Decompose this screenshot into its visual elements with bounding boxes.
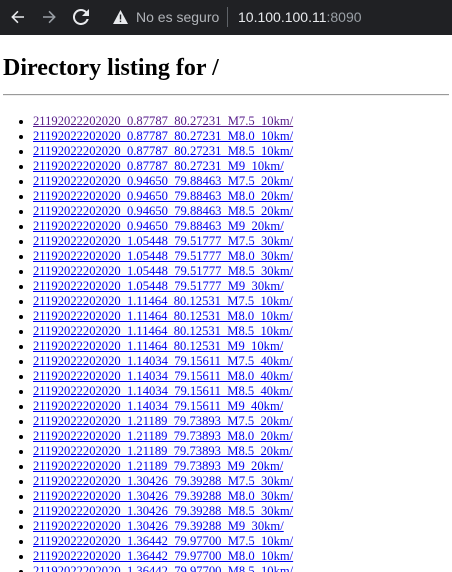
directory-link[interactable]: 21192022202020_1.14034_79.15611_M8.0_40k… [33,369,293,383]
directory-link[interactable]: 21192022202020_1.14034_79.15611_M8.5_40k… [33,384,293,398]
directory-link[interactable]: 21192022202020_1.05448_79.51777_M8.5_30k… [33,264,293,278]
list-item: 21192022202020_0.94650_79.88463_M8.0_20k… [18,189,293,204]
url-port: :8090 [326,9,362,25]
directory-link[interactable]: 21192022202020_1.14034_79.15611_M7.5_40k… [33,354,293,368]
directory-link[interactable]: 21192022202020_1.30426_79.39288_M8.5_30k… [33,504,293,518]
list-item: 21192022202020_1.21189_79.73893_M9_20km/ [18,459,293,474]
reload-button[interactable] [69,5,93,29]
list-item: 21192022202020_1.36442_79.97700_M8.0_10k… [18,549,293,564]
page-content: Directory listing for / 21192022202020_0… [0,35,452,572]
list-item: 21192022202020_1.11464_80.12531_M8.5_10k… [18,324,293,339]
list-item: 21192022202020_1.11464_80.12531_M7.5_10k… [18,294,293,309]
list-item: 21192022202020_0.94650_79.88463_M7.5_20k… [18,174,293,189]
directory-link[interactable]: 21192022202020_0.94650_79.88463_M8.5_20k… [33,204,293,218]
list-item: 21192022202020_1.11464_80.12531_M9_10km/ [18,339,293,354]
url-text[interactable]: 10.100.100.11:8090 [238,9,362,25]
list-item: 21192022202020_1.21189_79.73893_M8.5_20k… [18,444,293,459]
list-item: 21192022202020_1.14034_79.15611_M8.0_40k… [18,369,293,384]
url-host: 10.100.100.11 [238,9,327,25]
directory-link[interactable]: 21192022202020_0.87787_80.27231_M8.5_10k… [33,144,293,158]
list-item: 21192022202020_0.87787_80.27231_M7.5_10k… [18,114,293,129]
directory-link[interactable]: 21192022202020_1.30426_79.39288_M8.0_30k… [33,489,293,503]
list-item: 21192022202020_1.05448_79.51777_M9_30km/ [18,279,293,294]
omnibox-divider [227,7,228,27]
directory-link[interactable]: 21192022202020_0.87787_80.27231_M8.0_10k… [33,129,293,143]
directory-link[interactable]: 21192022202020_1.11464_80.12531_M7.5_10k… [33,294,293,308]
list-item: 21192022202020_1.05448_79.51777_M8.5_30k… [18,264,293,279]
directory-list: 21192022202020_0.87787_80.27231_M7.5_10k… [0,114,293,572]
directory-link[interactable]: 21192022202020_0.94650_79.88463_M9_20km/ [33,219,284,233]
directory-link[interactable]: 21192022202020_1.21189_79.73893_M7.5_20k… [33,414,293,428]
forward-button[interactable] [37,5,61,29]
list-item: 21192022202020_1.14034_79.15611_M8.5_40k… [18,384,293,399]
directory-link[interactable]: 21192022202020_0.94650_79.88463_M8.0_20k… [33,189,293,203]
list-item: 21192022202020_1.30426_79.39288_M9_30km/ [18,519,293,534]
directory-link[interactable]: 21192022202020_1.36442_79.97700_M8.0_10k… [33,549,293,563]
divider [3,94,449,96]
directory-link[interactable]: 21192022202020_1.11464_80.12531_M9_10km/ [33,339,283,353]
directory-link[interactable]: 21192022202020_1.05448_79.51777_M8.0_30k… [33,249,293,263]
back-arrow-icon [10,9,26,25]
list-item: 21192022202020_1.21189_79.73893_M7.5_20k… [18,414,293,429]
directory-link[interactable]: 21192022202020_0.87787_80.27231_M7.5_10k… [33,114,293,128]
directory-link[interactable]: 21192022202020_0.87787_80.27231_M9_10km/ [33,159,284,173]
list-item: 21192022202020_0.94650_79.88463_M8.5_20k… [18,204,293,219]
list-item: 21192022202020_0.87787_80.27231_M8.5_10k… [18,144,293,159]
security-status-label[interactable]: No es seguro [136,9,219,25]
list-item: 21192022202020_1.30426_79.39288_M8.0_30k… [18,489,293,504]
directory-link[interactable]: 21192022202020_0.94650_79.88463_M7.5_20k… [33,174,293,188]
directory-link[interactable]: 21192022202020_1.11464_80.12531_M8.0_10k… [33,309,293,323]
list-item: 21192022202020_0.87787_80.27231_M9_10km/ [18,159,293,174]
list-item: 21192022202020_1.30426_79.39288_M7.5_30k… [18,474,293,489]
directory-link[interactable]: 21192022202020_1.36442_79.97700_M7.5_10k… [33,534,293,548]
directory-link[interactable]: 21192022202020_1.05448_79.51777_M9_30km/ [33,279,284,293]
list-item: 21192022202020_0.87787_80.27231_M8.0_10k… [18,129,293,144]
back-button[interactable] [6,5,30,29]
warning-triangle-icon[interactable] [112,9,129,25]
directory-link[interactable]: 21192022202020_1.11464_80.12531_M8.5_10k… [33,324,293,338]
directory-link[interactable]: 21192022202020_1.05448_79.51777_M7.5_30k… [33,234,293,248]
page-title: Directory listing for / [3,55,219,81]
list-item: 21192022202020_1.14034_79.15611_M9_40km/ [18,399,293,414]
directory-link[interactable]: 21192022202020_1.21189_79.73893_M8.0_20k… [33,429,293,443]
directory-link[interactable]: 21192022202020_1.14034_79.15611_M9_40km/ [33,399,283,413]
list-item: 21192022202020_1.36442_79.97700_M7.5_10k… [18,534,293,549]
list-item: 21192022202020_1.14034_79.15611_M7.5_40k… [18,354,293,369]
list-item: 21192022202020_1.05448_79.51777_M8.0_30k… [18,249,293,264]
list-item: 21192022202020_1.36442_79.97700_M8.5_10k… [18,564,293,572]
list-item: 21192022202020_1.21189_79.73893_M8.0_20k… [18,429,293,444]
reload-icon [73,9,89,25]
directory-link[interactable]: 21192022202020_1.21189_79.73893_M8.5_20k… [33,444,293,458]
list-item: 21192022202020_1.05448_79.51777_M7.5_30k… [18,234,293,249]
directory-link[interactable]: 21192022202020_1.36442_79.97700_M8.5_10k… [33,564,293,572]
directory-link[interactable]: 21192022202020_1.30426_79.39288_M7.5_30k… [33,474,293,488]
list-item: 21192022202020_1.30426_79.39288_M8.5_30k… [18,504,293,519]
directory-link[interactable]: 21192022202020_1.30426_79.39288_M9_30km/ [33,519,284,533]
directory-link[interactable]: 21192022202020_1.21189_79.73893_M9_20km/ [33,459,283,473]
forward-arrow-icon [41,9,57,25]
list-item: 21192022202020_1.11464_80.12531_M8.0_10k… [18,309,293,324]
list-item: 21192022202020_0.94650_79.88463_M9_20km/ [18,219,293,234]
browser-toolbar: No es seguro 10.100.100.11:8090 [0,0,452,35]
